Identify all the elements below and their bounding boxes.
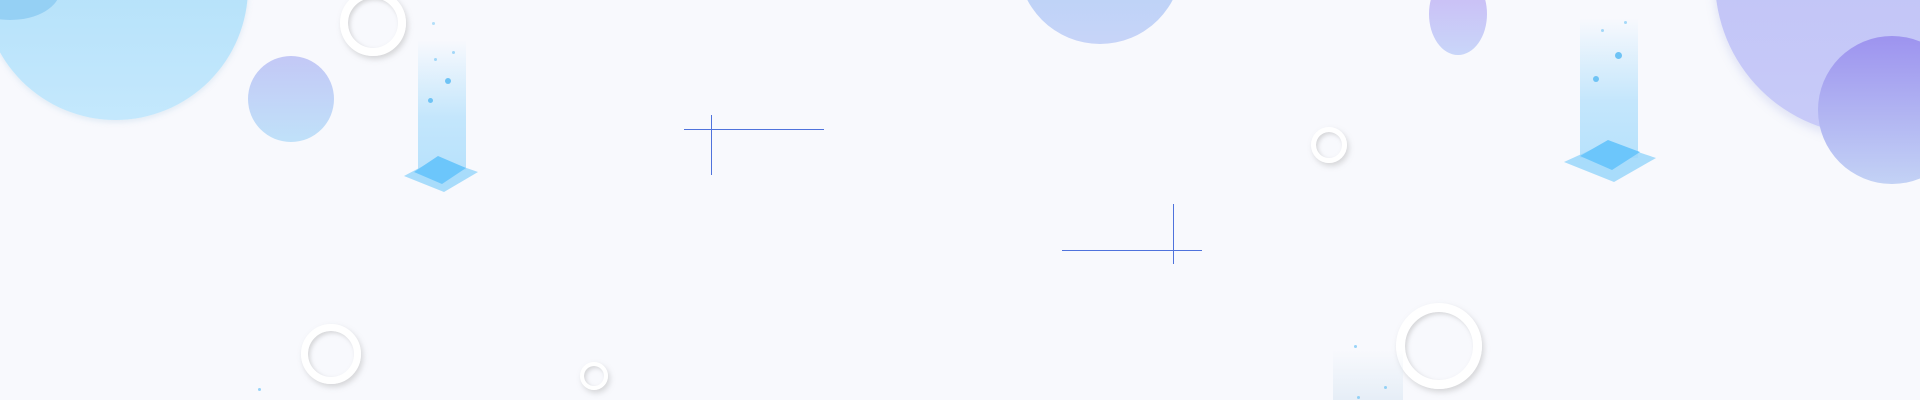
blue-circle-top-center: [1018, 0, 1182, 44]
particle-dot: [1624, 21, 1627, 24]
purple-circle-top-right: [1429, 0, 1487, 55]
particle-dot: [452, 51, 455, 54]
decorative-background-banner: [0, 0, 1920, 400]
light-beam-left: [418, 40, 466, 170]
particle-dot: [428, 98, 433, 103]
particle-dot: [258, 388, 261, 391]
cross-line-vertical-center: [1173, 204, 1174, 264]
particle-dot: [1615, 52, 1622, 59]
white-ring-bottom-right: [1396, 303, 1482, 389]
white-ring-center: [1311, 127, 1347, 163]
white-ring-bottom-small: [580, 362, 608, 390]
particle-dot: [1384, 386, 1387, 389]
diamond-platform-right: [1564, 140, 1656, 182]
particle-dot: [1354, 345, 1357, 348]
cross-line-vertical-left: [711, 115, 712, 175]
cross-line-horizontal-center: [1062, 250, 1202, 251]
particle-dot: [1601, 29, 1604, 32]
purple-circle-small-left: [248, 56, 334, 142]
cross-line-horizontal-left: [684, 129, 824, 130]
white-ring-bottom-left: [301, 324, 361, 384]
diamond-platform-left: [404, 156, 478, 192]
particle-dot: [445, 78, 451, 84]
particle-dot: [1593, 76, 1599, 82]
light-beam-right: [1580, 18, 1638, 158]
particle-dot: [1357, 396, 1360, 399]
light-beam-bottom: [1333, 350, 1403, 400]
blue-circle-top-left: [0, 0, 248, 120]
particle-dot: [432, 22, 435, 25]
particle-dot: [434, 58, 437, 61]
white-ring-top-left: [340, 0, 406, 56]
